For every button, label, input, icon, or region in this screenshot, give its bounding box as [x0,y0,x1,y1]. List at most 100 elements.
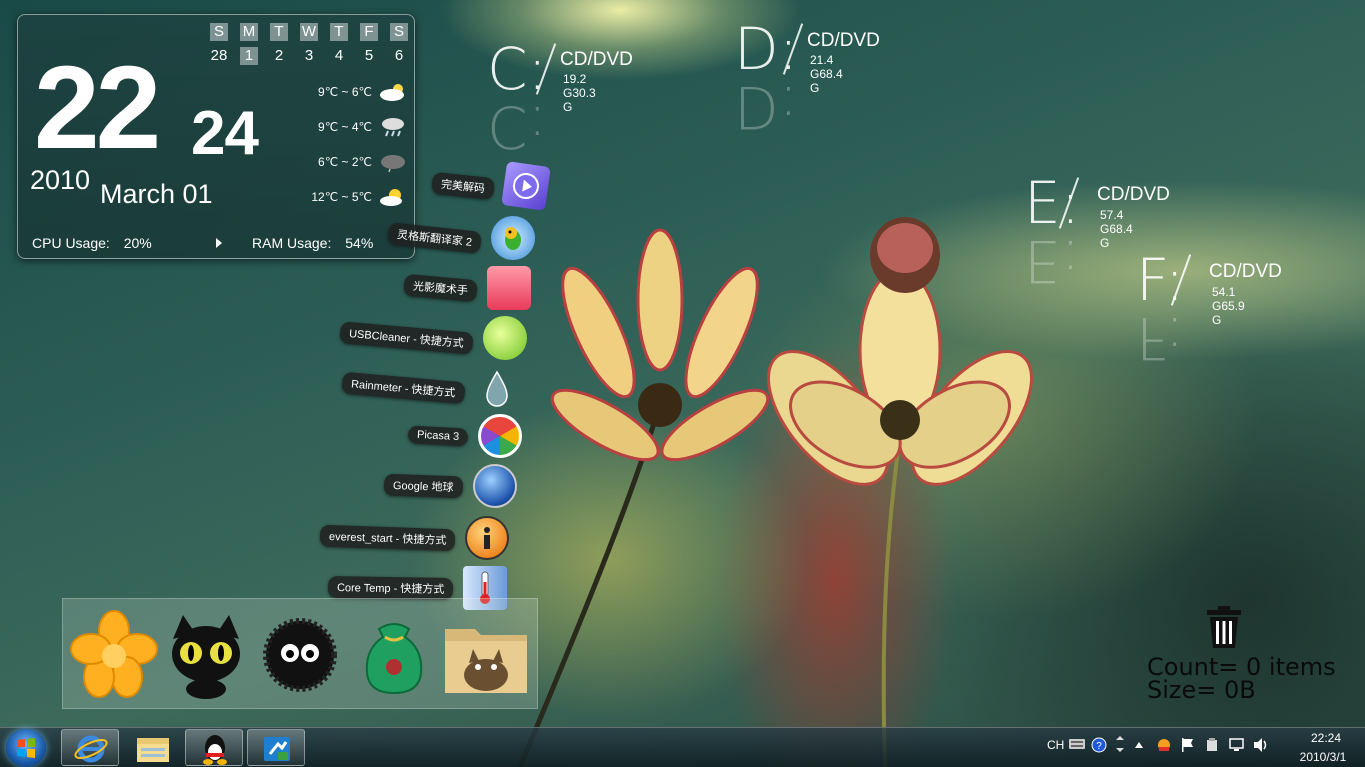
money-bag-icon[interactable] [349,609,439,699]
calendar-header: T [330,23,348,41]
weather-row: 12℃ ~ 5℃ [288,186,408,208]
calendar-day: 6 [394,47,404,64]
totoro-folder-icon[interactable] [441,609,531,699]
soot-sprite-icon[interactable] [255,609,345,699]
safely-remove-hardware-icon[interactable] [1204,737,1220,753]
drive-letter-reflection: F: [1136,304,1185,372]
taskbar-date[interactable]: 2010/3/1 [1288,750,1358,764]
cpu-value: 20% [123,235,152,251]
sun-cloud-icon [380,189,402,206]
taskbar-internet-explorer[interactable] [61,729,119,766]
usb-cleaner-icon [482,316,527,360]
picasa-icon [478,414,523,458]
stack-label: Google 地球 [383,473,463,499]
flower-icon[interactable] [69,609,159,699]
task-switch-icon [264,737,290,761]
stack-label: 完美解码 [431,171,495,201]
stack-label: Picasa 3 [407,425,469,447]
stack-item-rainmeter[interactable]: Rainmeter - 快捷方式 [341,366,519,410]
clock-hour: 22 [34,42,161,174]
parrot-icon [491,216,536,260]
stack-item-lingoes[interactable]: 灵格斯翻译家 2 [387,216,536,260]
recycle-bin-icon[interactable] [1205,606,1243,648]
stack-label: Core Temp - 快捷方式 [327,575,454,601]
drive-letter: E: [1024,169,1081,237]
photo-editor-icon [487,266,531,310]
cpu-usage: CPU Usage: 20% [32,235,152,251]
keyboard-icon[interactable] [1068,737,1086,751]
weather-row: 9℃ ~ 4℃ [288,116,408,138]
globe-icon [472,464,517,508]
action-center-flag-icon[interactable] [1180,737,1196,753]
network-icon[interactable] [1228,737,1246,753]
calendar-day: 2 [274,47,284,64]
svg-text:?: ? [1096,741,1102,752]
drive-size: 57.4 G68.4 G [1100,208,1133,250]
calendar-header: T [270,23,288,41]
partly-cloudy-icon [380,84,404,101]
stack-label: 光影魔术手 [403,273,478,303]
calendar-header: S [210,23,228,41]
stack-item-everest[interactable]: everest_start - 快捷方式 [319,516,510,560]
black-cat-icon[interactable] [161,609,251,699]
ime-menu-icon[interactable] [1114,736,1126,754]
file-explorer-icon [137,738,169,762]
weather-row: 6℃ ~ 2℃ [288,151,408,173]
language-indicator[interactable]: CH [1047,738,1064,752]
stack-label: everest_start - 快捷方式 [319,524,456,552]
ram-value: 54% [345,235,374,251]
water-drop-icon [475,366,519,410]
cloudy-icon [381,155,405,173]
calendar-header: S [390,23,408,41]
media-player-icon [501,161,551,211]
recycle-bin-size: Size= 0B [1147,676,1256,704]
ram-label: RAM Usage: [252,235,332,251]
calendar-day: 4 [334,47,344,64]
stack-item-usbcleaner[interactable]: USBCleaner - 快捷方式 [339,316,527,360]
drive-type: CD/DVD [1209,261,1282,282]
calendar-day: 5 [364,47,374,64]
taskbar-time[interactable]: 22:24 [1296,731,1356,745]
ram-usage: RAM Usage: 54% [252,235,373,251]
stack-item-picasa[interactable]: Picasa 3 [407,414,523,458]
stack-item-guangying[interactable]: 光影魔术手 [403,266,531,310]
clock-widget: 22 24 2010 March 01 S M T W T F S 28 1 2… [17,14,415,259]
stack-label: Rainmeter - 快捷方式 [341,371,466,405]
drive-type: CD/DVD [1097,184,1170,205]
help-icon[interactable]: ? [1091,737,1107,753]
drive-letter-reflection: E: [1024,227,1081,295]
calendar-header: W [300,23,318,41]
drive-type: CD/DVD [560,49,633,70]
dock-bar [62,598,538,709]
stack-item-google-earth[interactable]: Google 地球 [383,464,517,508]
calendar-header: M [240,23,258,41]
stack-label: USBCleaner - 快捷方式 [339,321,474,355]
drive-size: 21.4 G68.4 G [810,53,843,95]
start-button[interactable] [6,729,46,767]
tray-app-icon[interactable] [1155,737,1173,753]
rain-icon [382,118,404,137]
taskbar-task-switch[interactable] [247,729,305,766]
play-icon[interactable] [216,238,222,248]
drive-letter: F: [1136,246,1185,314]
clock-year: 2010 [30,165,91,195]
windows-logo-icon [17,738,35,758]
internet-explorer-icon [74,735,108,763]
drive-letter: D: [734,15,799,83]
drive-letter-reflection: C: [487,93,548,161]
calendar-day: 3 [304,47,314,64]
qq-icon [203,735,227,765]
taskbar-qq[interactable] [185,729,243,766]
stack-item-wanmei[interactable]: 完美解码 [431,161,551,211]
drive-letter-reflection: D: [734,73,799,141]
weather-temp: 6℃ ~ 2℃ [318,155,372,169]
show-hidden-icons-icon[interactable] [1134,740,1144,750]
mini-calendar: S M T W T F S 28 1 2 3 4 5 6 [204,23,414,65]
drive-size: 19.2 G30.3 G [563,72,596,114]
calendar-header: F [360,23,378,41]
taskbar-file-explorer[interactable] [123,729,181,766]
volume-icon[interactable] [1252,737,1270,753]
weather-temp: 12℃ ~ 5℃ [311,190,372,204]
drive-type: CD/DVD [807,30,880,51]
weather-temp: 9℃ ~ 6℃ [318,85,372,99]
